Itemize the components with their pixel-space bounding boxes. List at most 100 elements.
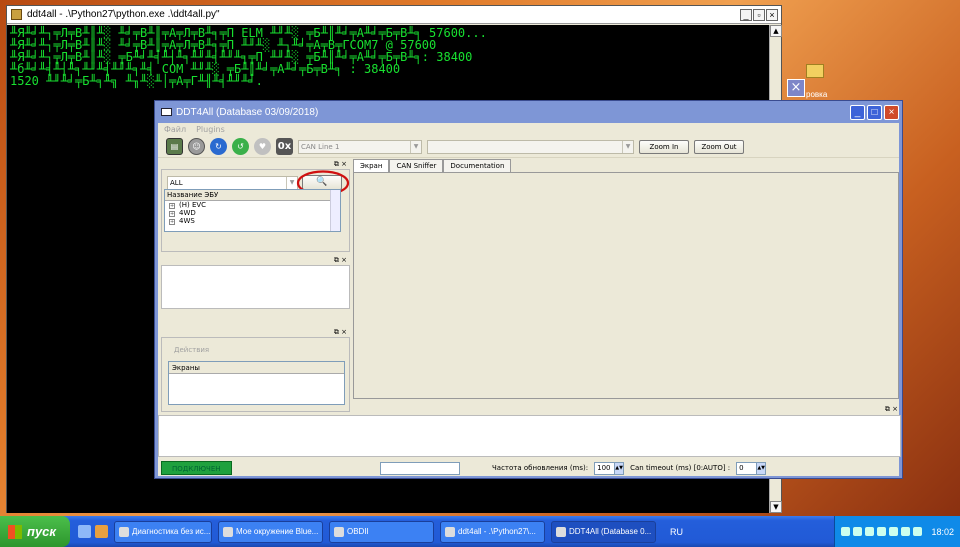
scroll-down-icon[interactable]: ▼ [770, 501, 782, 513]
spin-arrows-icon[interactable]: ▲▼ [614, 462, 624, 474]
taskbar-item-label: ddt4all - .\Python27\... [458, 526, 536, 536]
dock-controls[interactable]: ⧉ × [161, 327, 350, 337]
dock-controls[interactable]: ⧉ × [161, 159, 350, 169]
obd-icon [334, 526, 344, 537]
minimize-button[interactable]: _ [740, 8, 752, 21]
statusbar: ПОДКЛЮЧЕН Частота обновления (ms): 100 ▲… [158, 458, 901, 478]
tab-content [353, 172, 899, 399]
window-icon [556, 526, 566, 537]
taskbar: пуск Диагностика без ис... Мое окружение… [0, 516, 960, 547]
dock-controls[interactable]: ⧉ × [158, 404, 901, 414]
ecu-icon[interactable]: ☺ [188, 138, 205, 155]
start-button[interactable]: пуск [0, 516, 70, 547]
quick-launch-icon[interactable] [78, 525, 91, 538]
console-titlebar[interactable]: ddt4all - .\Python27\python.exe .\ddt4al… [7, 6, 781, 24]
can-line-select[interactable]: CAN Line 1 ▼ [298, 139, 422, 154]
tray-icon[interactable] [853, 527, 863, 536]
close-button[interactable]: × [766, 8, 778, 21]
ecu-filter-select[interactable]: ALL ▼ [167, 176, 298, 190]
dock-controls[interactable]: ⧉ × [161, 255, 350, 265]
tray-icon[interactable] [901, 527, 911, 536]
bluetooth-icon [223, 526, 233, 537]
ecu-item-label: 4WD [179, 209, 196, 217]
refresh-value: 100 [597, 463, 611, 472]
ecu-item-label: 4WS [179, 217, 195, 225]
ddt4all-window: DDT4All (Database 03/09/2018) _ □ × Файл… [154, 100, 903, 479]
can-timeout-label: Can timeout (ms) [0:AUTO] : [630, 464, 731, 472]
tab-screen[interactable]: Экран [353, 159, 390, 172]
actions-label: Действия [174, 346, 210, 354]
tray-icon[interactable] [877, 527, 887, 536]
taskbar-item-label: DDT4All (Database 0... [569, 526, 652, 536]
tray-icon[interactable] [841, 527, 851, 536]
scroll-up-icon[interactable]: ▲ [770, 25, 782, 37]
connect-icon[interactable]: ↺ [232, 138, 249, 155]
can-timeout-spinbox[interactable]: 0 ▲▼ [736, 461, 767, 475]
status-field [380, 461, 460, 475]
secondary-select[interactable]: ▼ [427, 139, 634, 154]
list-item[interactable]: + (H) EVC [165, 201, 340, 209]
taskbar-item[interactable]: Мое окружение Blue... [218, 520, 323, 543]
refresh-spinbox[interactable]: 100 ▲▼ [594, 461, 625, 475]
window-icon [161, 108, 172, 116]
close-icon[interactable]: × [787, 79, 805, 97]
restore-button[interactable]: ▫ [753, 8, 765, 21]
hex-toggle-button[interactable]: 0x [276, 138, 293, 155]
ecu-item-label: (H) EVC [179, 201, 207, 209]
tab-can-sniffer[interactable]: CAN Sniffer [389, 159, 444, 172]
chevron-down-icon: ▼ [410, 140, 421, 153]
python-icon [445, 526, 455, 537]
taskbar-item[interactable]: OBDII [329, 520, 434, 543]
can-timeout-value: 0 [739, 463, 744, 472]
toolbar: ▤ ☺ ↻ ↺ ♥ 0x CAN Line 1 ▼ ▼ Zoom In Zoom… [158, 136, 899, 158]
heart-icon[interactable]: ♥ [254, 138, 271, 155]
ecu-filter-value: ALL [170, 179, 183, 187]
tray-icon[interactable] [865, 527, 875, 536]
tray-icon[interactable] [913, 527, 923, 536]
clock[interactable]: 18:02 [931, 527, 954, 537]
system-tray: 18:02 [834, 516, 960, 547]
maximize-button[interactable]: □ [867, 104, 882, 120]
taskbar-item[interactable]: DDT4All (Database 0... [551, 520, 656, 543]
close-button[interactable]: × [884, 104, 899, 120]
tab-bar: Экран CAN Sniffer Documentation [353, 159, 512, 172]
python-icon [11, 9, 22, 20]
ecu-list[interactable]: Название ЭБУ + (H) EVC +4WD +4WS [164, 189, 341, 232]
spin-arrows-icon[interactable]: ▲▼ [756, 462, 766, 474]
list-item[interactable]: +4WD [165, 209, 340, 217]
log-panel [158, 415, 901, 457]
ecu-info-panel [161, 265, 350, 309]
refresh-label: Частота обновления (ms): [492, 464, 589, 472]
ecu-list-scrollbar[interactable] [330, 190, 340, 231]
expand-icon[interactable]: + [169, 219, 175, 225]
chevron-down-icon: ▼ [622, 140, 633, 153]
quick-launch [78, 525, 108, 538]
refresh-icon[interactable]: ↻ [210, 138, 227, 155]
taskbar-item-label: Диагностика без ис... [132, 526, 211, 536]
desktop-folder-label: ровка [806, 90, 828, 99]
app-titlebar[interactable]: DDT4All (Database 03/09/2018) _ □ × [158, 101, 899, 123]
connection-status: ПОДКЛЮЧЕН [161, 461, 232, 475]
tray-icon[interactable] [889, 527, 899, 536]
console-title: ddt4all - .\Python27\python.exe .\ddt4al… [27, 9, 220, 20]
chrome-icon [119, 526, 129, 537]
screens-list[interactable]: Экраны [168, 361, 345, 405]
list-item[interactable]: +4WS [165, 217, 340, 225]
windows-logo-icon [8, 524, 22, 539]
taskbar-item[interactable]: Диагностика без ис... [114, 520, 212, 543]
language-indicator[interactable]: RU [670, 527, 683, 537]
quick-launch-icon[interactable] [95, 525, 108, 538]
can-line-value: CAN Line 1 [301, 142, 340, 151]
menubar: Файл Plugins [158, 123, 899, 136]
menu-plugins[interactable]: Plugins [196, 123, 225, 136]
ecu-list-header: Название ЭБУ [165, 190, 340, 201]
actions-panel: Действия Экраны [161, 337, 350, 412]
minimize-button[interactable]: _ [850, 104, 865, 120]
taskbar-item-label: OBDII [347, 526, 369, 536]
tab-documentation[interactable]: Documentation [443, 159, 512, 172]
zoom-out-button[interactable]: Zoom Out [694, 139, 744, 154]
scan-icon[interactable]: ▤ [166, 138, 183, 155]
menu-file[interactable]: Файл [164, 123, 186, 136]
zoom-in-button[interactable]: Zoom In [639, 139, 689, 154]
taskbar-item[interactable]: ddt4all - .\Python27\... [440, 520, 545, 543]
